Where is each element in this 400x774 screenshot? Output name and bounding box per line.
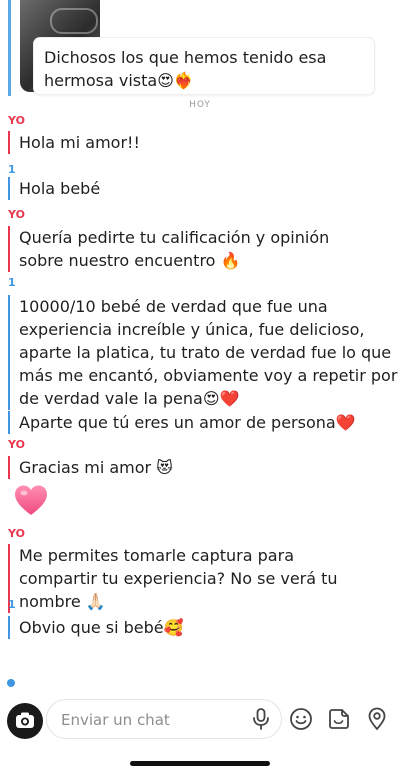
- story-reply[interactable]: Dichosos los que hemos tenido esa hermos…: [8, 0, 400, 98]
- message[interactable]: Gracias mi amor 😻: [8, 456, 399, 479]
- location-icon[interactable]: [365, 707, 389, 731]
- chat-input-field[interactable]: [46, 699, 282, 740]
- sender-label-me: YO: [8, 527, 25, 540]
- message[interactable]: Me permites tomarle captura para compart…: [8, 544, 371, 613]
- date-divider: HOY: [189, 100, 211, 110]
- sender-label-other: 1: [8, 276, 16, 289]
- chat-composer-bar: [0, 698, 400, 774]
- unread-indicator: [7, 679, 15, 687]
- heart-emoji-icon[interactable]: [14, 484, 48, 518]
- story-quote-card: Dichosos los que hemos tenido esa hermos…: [34, 38, 374, 94]
- sender-label-me: YO: [8, 208, 25, 221]
- home-indicator: [130, 761, 270, 766]
- sender-label-other: 1: [8, 598, 16, 611]
- story-quote-text: Dichosos los que hemos tenido esa hermos…: [44, 48, 327, 90]
- chat-input[interactable]: [59, 700, 249, 740]
- sender-label-other: 1: [8, 163, 16, 176]
- message[interactable]: Obvio que si bebé🥰: [8, 616, 399, 639]
- message[interactable]: Quería pedirte tu calificación y opinión…: [8, 226, 371, 272]
- camera-icon: [16, 712, 34, 728]
- message[interactable]: Hola mi amor!!: [8, 131, 399, 154]
- sender-label-me: YO: [8, 114, 25, 127]
- message[interactable]: Aparte que tú eres un amor de persona❤️: [8, 411, 399, 434]
- story-reply-bar: [8, 0, 11, 96]
- emoji-icon[interactable]: [289, 707, 313, 731]
- message[interactable]: Hola bebé: [8, 177, 399, 200]
- sticker-icon[interactable]: [327, 707, 351, 731]
- chat-thread: Dichosos los que hemos tenido esa hermos…: [0, 0, 400, 700]
- camera-button[interactable]: [7, 703, 43, 739]
- tattoo-shape: [50, 8, 98, 34]
- message[interactable]: 10000/10 bebé de verdad que fue una expe…: [8, 295, 399, 410]
- microphone-icon[interactable]: [251, 708, 271, 730]
- sender-label-me: YO: [8, 438, 25, 451]
